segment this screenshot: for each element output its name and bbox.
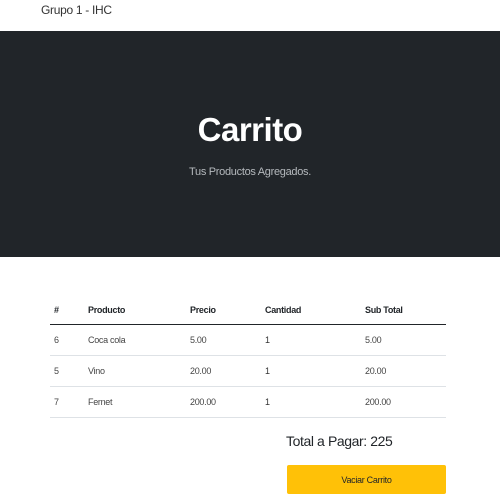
cell-quantity: 1 <box>261 355 361 387</box>
cell-subtotal: 200.00 <box>361 386 446 418</box>
navbar: Grupo 1 - IHC <box>0 0 500 31</box>
cell-quantity: 1 <box>261 324 361 356</box>
cell-price: 5.00 <box>186 324 261 356</box>
cell-price: 200.00 <box>186 386 261 418</box>
table-row: 5 Vino 20.00 1 20.00 <box>50 355 446 387</box>
table-header-row: # Producto Precio Cantidad Sub Total <box>50 295 446 325</box>
cell-subtotal: 5.00 <box>361 324 446 356</box>
header-quantity: Cantidad <box>261 295 361 325</box>
page-subtitle: Tus Productos Agregados. <box>188 166 312 178</box>
cell-product: Coca cola <box>84 324 186 356</box>
table-row: 7 Fernet 200.00 1 200.00 <box>50 386 446 418</box>
cell-quantity: 1 <box>261 386 361 418</box>
empty-cart-button[interactable]: Vaciar Carrito <box>287 465 446 494</box>
header-id: # <box>50 295 84 325</box>
cell-id: 7 <box>50 386 84 418</box>
total-amount: Total a Pagar: 225 <box>286 433 393 449</box>
hero-banner: Carrito Tus Productos Agregados. <box>0 31 500 257</box>
cell-id: 5 <box>50 355 84 387</box>
header-product: Producto <box>84 295 186 325</box>
cell-product: Fernet <box>84 386 186 418</box>
cell-price: 20.00 <box>186 355 261 387</box>
header-price: Precio <box>186 295 261 325</box>
brand-link[interactable]: Grupo 1 - IHC <box>41 3 112 17</box>
cell-id: 6 <box>50 324 84 356</box>
cart-table: # Producto Precio Cantidad Sub Total 6 C… <box>50 295 446 418</box>
cell-product: Vino <box>84 355 186 387</box>
table-row: 6 Coca cola 5.00 1 5.00 <box>50 324 446 356</box>
cell-subtotal: 20.00 <box>361 355 446 387</box>
page-title: Carrito <box>197 111 303 148</box>
header-subtotal: Sub Total <box>361 295 446 325</box>
